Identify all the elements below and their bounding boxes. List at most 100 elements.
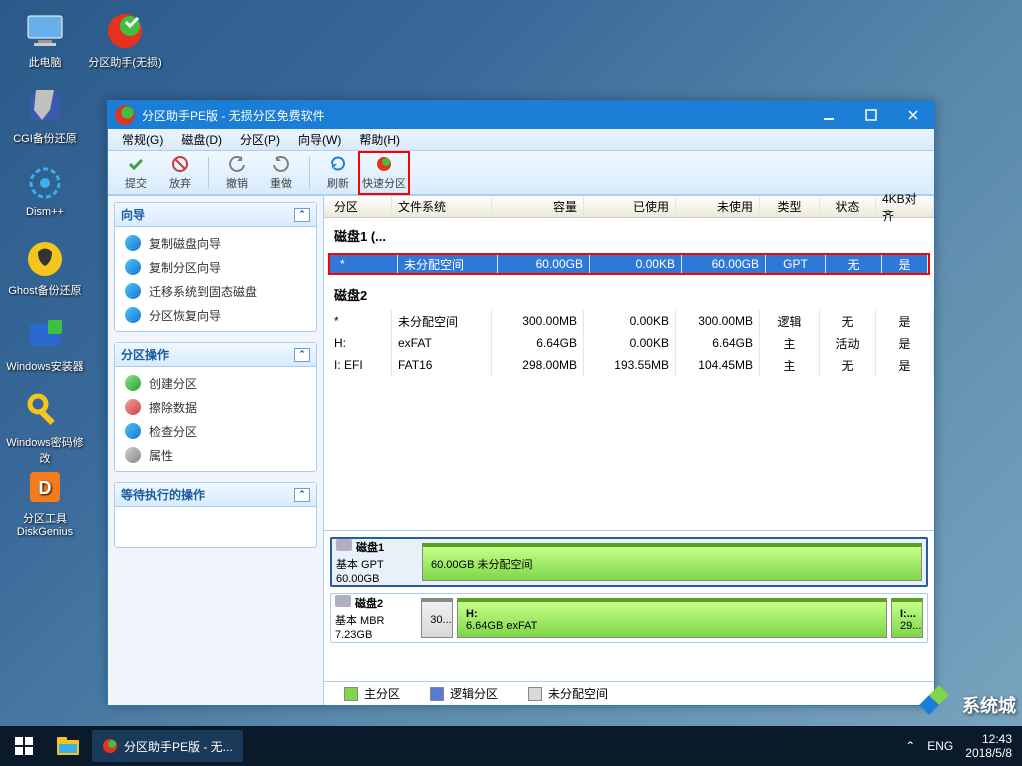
- sidebar: 向导 ⌃ 复制磁盘向导 复制分区向导 迁移系统到固态磁盘 分区恢复向导 分区操作 ⌃…: [108, 196, 324, 705]
- col-partition[interactable]: 分区: [324, 196, 392, 217]
- partition-row[interactable]: *未分配空间300.00MB0.00KB300.00MB逻辑无是: [324, 310, 934, 332]
- disk1-label[interactable]: 磁盘1 (...: [324, 218, 934, 251]
- desktop-icon-winpass[interactable]: Windows密码修改: [5, 390, 85, 462]
- tray-language[interactable]: ENG: [927, 739, 953, 753]
- wizard-icon: [125, 259, 141, 275]
- op-icon: [125, 423, 141, 439]
- desktop-icon-label: Windows密码修改: [5, 434, 85, 466]
- partition-ops-panel: 分区操作 ⌃ 创建分区 擦除数据 检查分区 属性: [114, 342, 317, 472]
- tray-clock[interactable]: 12:43 2018/5/8: [965, 732, 1012, 761]
- menu-bar: 常规(G) 磁盘(D) 分区(P) 向导(W) 帮助(H): [108, 129, 934, 151]
- desktop-icon-label: CGI备份还原: [13, 130, 77, 146]
- wizard-copy-partition[interactable]: 复制分区向导: [115, 255, 316, 279]
- disk2-label[interactable]: 磁盘2: [324, 277, 934, 310]
- disk-icon: [336, 539, 352, 551]
- partition-row[interactable]: I: EFIFAT16298.00MB193.55MB104.45MB主无是: [324, 354, 934, 376]
- partition-list: 磁盘1 (... * 未分配空间 60.00GB 0.00KB 60.00GB …: [324, 218, 934, 531]
- disk-map-info: 磁盘2 基本 MBR 7.23GB: [335, 598, 417, 638]
- window-title: 分区助手PE版 - 无损分区免费软件: [142, 107, 808, 124]
- desktop-icon-label: Ghost备份还原: [8, 282, 81, 298]
- wizard-panel: 向导 ⌃ 复制磁盘向导 复制分区向导 迁移系统到固态磁盘 分区恢复向导: [114, 202, 317, 332]
- disk-map-disk1[interactable]: 磁盘1 基本 GPT 60.00GB 60.00GB 未分配空间: [330, 537, 928, 587]
- menu-partition[interactable]: 分区(P): [232, 129, 288, 150]
- col-used[interactable]: 已使用: [584, 196, 676, 217]
- disk-icon: [335, 595, 351, 607]
- legend-unallocated: 未分配空间: [528, 685, 608, 702]
- col-capacity[interactable]: 容量: [492, 196, 584, 217]
- close-button[interactable]: [892, 101, 934, 129]
- wizard-icon: [125, 235, 141, 251]
- start-button[interactable]: [0, 726, 48, 766]
- pending-ops-panel: 等待执行的操作 ⌃: [114, 482, 317, 548]
- discard-button[interactable]: 放弃: [158, 153, 202, 193]
- redo-button[interactable]: 重做: [259, 153, 303, 193]
- menu-wizard[interactable]: 向导(W): [290, 129, 349, 150]
- disk-map-info: 磁盘1 基本 GPT 60.00GB: [336, 543, 418, 581]
- desktop-icon-cgi[interactable]: CGI备份还原: [5, 86, 85, 158]
- panel-title: 等待执行的操作: [121, 486, 205, 503]
- col-status[interactable]: 状态: [820, 196, 876, 217]
- collapse-icon[interactable]: ⌃: [294, 488, 310, 502]
- watermark-logo-icon: [922, 688, 956, 722]
- col-unused[interactable]: 未使用: [676, 196, 760, 217]
- desktop-icon-wininstall[interactable]: Windows安装器: [5, 314, 85, 386]
- legend-primary: 主分区: [344, 685, 400, 702]
- title-bar[interactable]: 分区助手PE版 - 无损分区免费软件: [108, 101, 934, 129]
- desktop-icon-label: Dism++: [26, 206, 64, 218]
- desktop-icon-partition-assistant[interactable]: 分区助手(无损): [85, 10, 165, 82]
- disk-bar-i[interactable]: I:...29...: [891, 598, 923, 638]
- app-icon: [114, 104, 136, 126]
- svg-text:D: D: [39, 478, 52, 498]
- op-wipe-data[interactable]: 擦除数据: [115, 395, 316, 419]
- taskbar-app-item[interactable]: 分区助手PE版 - 无...: [92, 730, 243, 762]
- wizard-icon: [125, 307, 141, 323]
- partition-row-selected[interactable]: * 未分配空间 60.00GB 0.00KB 60.00GB GPT 无 是: [328, 253, 930, 275]
- undo-button[interactable]: 撤销: [215, 153, 259, 193]
- collapse-icon[interactable]: ⌃: [294, 348, 310, 362]
- wizard-icon: [125, 283, 141, 299]
- desktop-icon-ghost[interactable]: Ghost备份还原: [5, 238, 85, 310]
- desktop-icon-dism[interactable]: Dism++: [5, 162, 85, 234]
- disk-map-area: 磁盘1 基本 GPT 60.00GB 60.00GB 未分配空间 磁盘2 基本 …: [324, 531, 934, 681]
- desktop-icon-label: Windows安装器: [6, 358, 84, 374]
- wizard-recover-partition[interactable]: 分区恢复向导: [115, 303, 316, 327]
- refresh-button[interactable]: 刷新: [316, 153, 360, 193]
- tray-chevron-icon[interactable]: ⌃: [905, 739, 915, 753]
- disk-bar-h[interactable]: H:6.64GB exFAT: [457, 598, 887, 638]
- desktop-icon-label: 此电脑: [29, 54, 62, 70]
- commit-button[interactable]: 提交: [114, 153, 158, 193]
- toolbar: 提交 放弃 撤销 重做 刷新 快速分区: [108, 151, 934, 195]
- disk-map-disk2[interactable]: 磁盘2 基本 MBR 7.23GB 30... H:6.64GB exFAT I…: [330, 593, 928, 643]
- watermark: 系统城: [922, 688, 1016, 722]
- disk-bar-unallocated[interactable]: 60.00GB 未分配空间: [422, 543, 922, 581]
- col-filesystem[interactable]: 文件系统: [392, 196, 492, 217]
- quick-partition-button[interactable]: 快速分区: [362, 153, 406, 193]
- disk-bar-unallocated[interactable]: 30...: [421, 598, 453, 638]
- col-4kb[interactable]: 4KB对齐: [876, 196, 934, 217]
- maximize-button[interactable]: [850, 101, 892, 129]
- panel-title: 向导: [121, 206, 145, 223]
- desktop-icon-thispc[interactable]: 此电脑: [5, 10, 85, 82]
- legend: 主分区 逻辑分区 未分配空间: [324, 681, 934, 705]
- op-properties[interactable]: 属性: [115, 443, 316, 467]
- op-icon: [125, 399, 141, 415]
- minimize-button[interactable]: [808, 101, 850, 129]
- taskbar-explorer-icon[interactable]: [48, 726, 88, 766]
- desktop-icon-label: 分区工具DiskGenius: [5, 510, 85, 538]
- panel-title: 分区操作: [121, 346, 169, 363]
- op-create-partition[interactable]: 创建分区: [115, 371, 316, 395]
- legend-logical: 逻辑分区: [430, 685, 498, 702]
- menu-help[interactable]: 帮助(H): [351, 129, 408, 150]
- partition-row[interactable]: H:exFAT6.64GB0.00KB6.64GB主活动是: [324, 332, 934, 354]
- quick-partition-highlight: 快速分区: [358, 151, 410, 195]
- menu-general[interactable]: 常规(G): [114, 129, 171, 150]
- op-icon: [125, 447, 141, 463]
- menu-disk[interactable]: 磁盘(D): [173, 129, 230, 150]
- wizard-copy-disk[interactable]: 复制磁盘向导: [115, 231, 316, 255]
- partition-list-header: 分区 文件系统 容量 已使用 未使用 类型 状态 4KB对齐: [324, 196, 934, 218]
- op-check-partition[interactable]: 检查分区: [115, 419, 316, 443]
- col-type[interactable]: 类型: [760, 196, 820, 217]
- wizard-migrate-ssd[interactable]: 迁移系统到固态磁盘: [115, 279, 316, 303]
- collapse-icon[interactable]: ⌃: [294, 208, 310, 222]
- desktop-icon-diskgenius[interactable]: D 分区工具DiskGenius: [5, 466, 85, 538]
